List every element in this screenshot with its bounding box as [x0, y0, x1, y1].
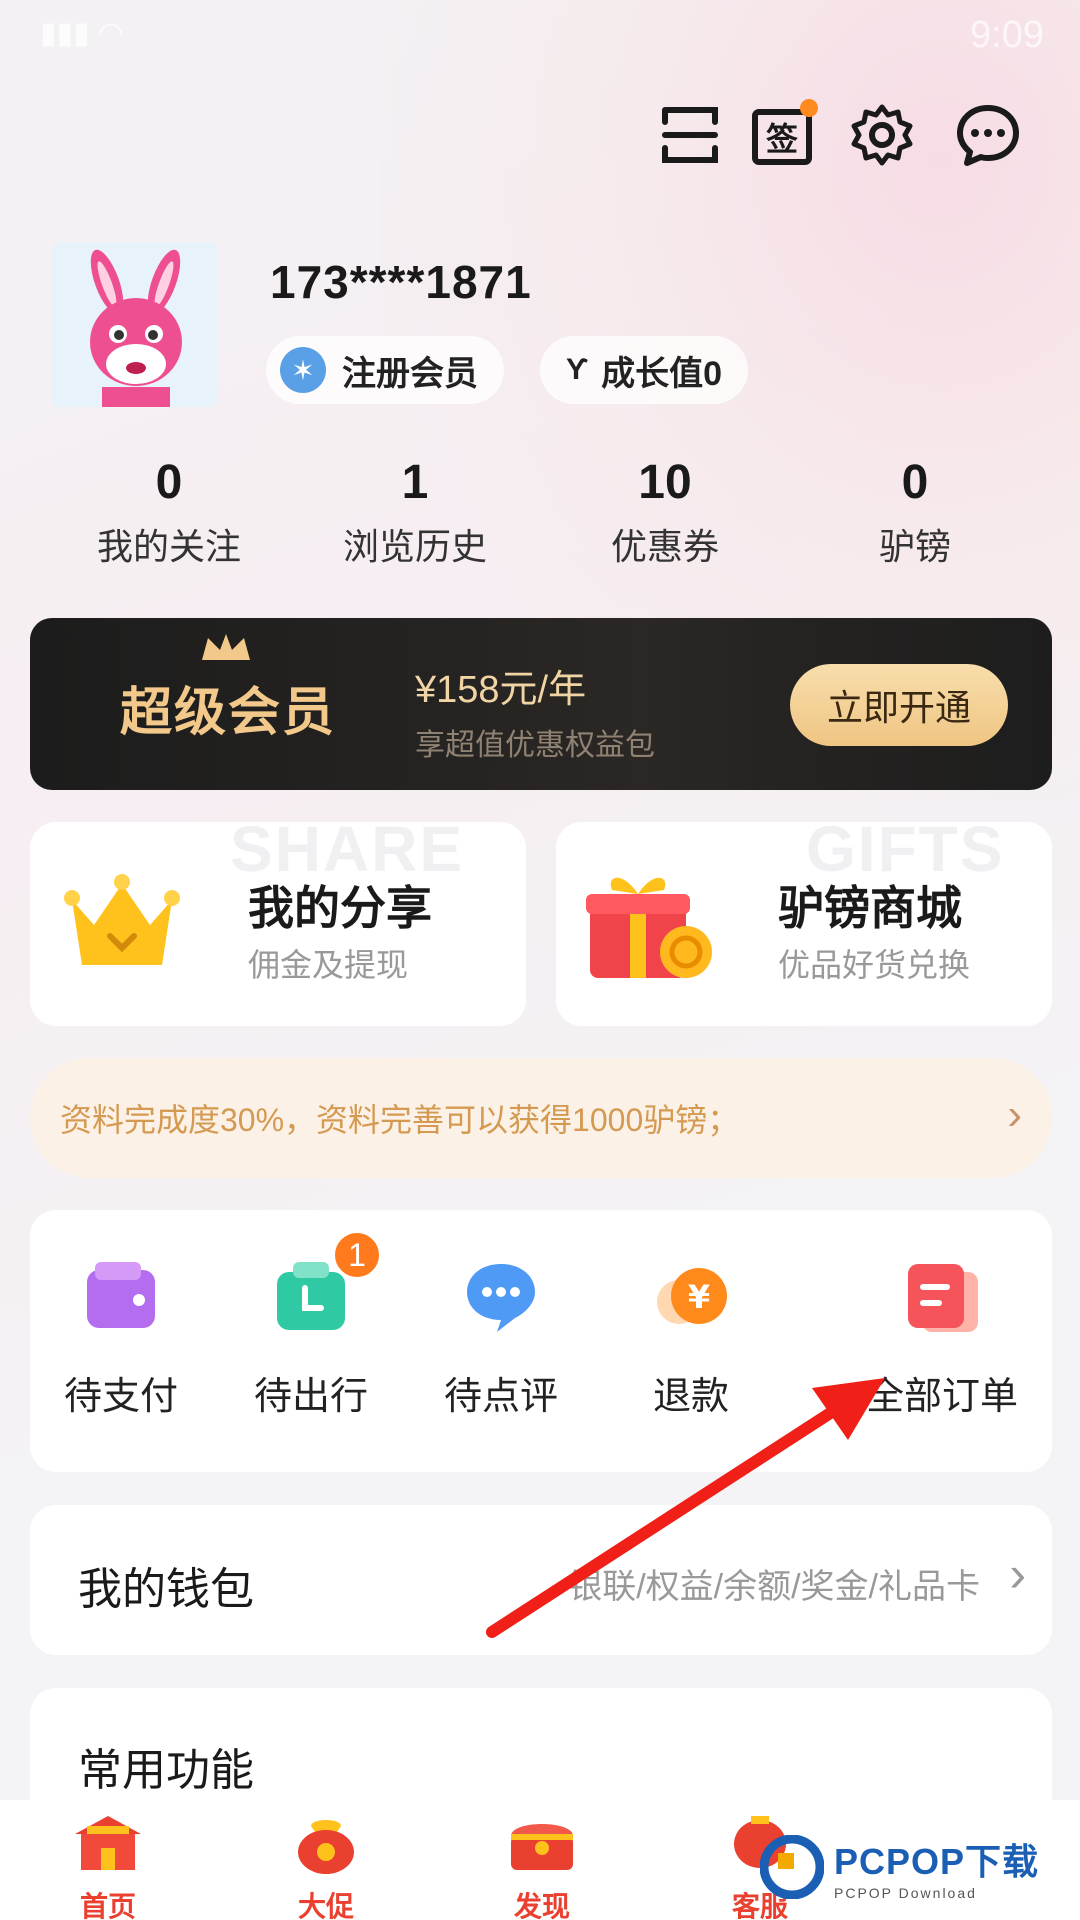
- order-pending-payment[interactable]: 待支付: [36, 1258, 206, 1420]
- signal-wifi-icon: ▮▮▮ ◠: [40, 17, 125, 50]
- message-icon[interactable]: [948, 95, 1028, 175]
- wallet-icon: [87, 1262, 155, 1328]
- open-vip-button[interactable]: 立即开通: [790, 664, 1008, 746]
- vip-title: 超级会员: [120, 684, 337, 742]
- order-all[interactable]: 全部订单: [842, 1258, 1042, 1420]
- wallet-title: 我的钱包: [78, 1565, 254, 1614]
- refund-icon: ¥: [657, 1268, 727, 1324]
- treasure-chest-icon: [511, 1824, 573, 1870]
- status-bar: ▮▮▮ ◠ 9:09: [0, 0, 1080, 80]
- order-label: 全部订单: [865, 1376, 1018, 1418]
- palace-icon: [75, 1816, 141, 1870]
- status-time: 9:09: [970, 14, 1044, 56]
- watermark-text: PCPOP下载: [834, 1841, 1040, 1882]
- sprout-icon: Ƴ: [566, 353, 590, 386]
- chevron-right-icon: ›: [1007, 1090, 1022, 1139]
- stat-label: 我的关注: [96, 526, 241, 567]
- watermark-subtext: PCPOP Download: [834, 1885, 977, 1901]
- order-label: 退款: [652, 1376, 729, 1418]
- growth-label: 成长值0: [601, 354, 723, 393]
- stat-value: 0: [155, 456, 183, 509]
- completion-text: 资料完成度30%，资料完善可以获得1000驴镑；: [60, 1102, 740, 1138]
- chevron-right-icon: ›: [1009, 1546, 1026, 1602]
- avatar[interactable]: [52, 242, 217, 407]
- order-label: 待支付: [63, 1376, 178, 1418]
- section-title: 常用功能: [78, 1746, 254, 1795]
- card-title: 驴镑商城: [778, 882, 962, 934]
- order-pending-trip[interactable]: 待出行 1: [226, 1230, 396, 1420]
- stat-coupons[interactable]: 10 优惠券: [540, 455, 790, 570]
- gift-box-icon: [586, 877, 712, 978]
- orders-panel: 待支付 待出行 1 待点评 ¥ 退款 全部订单: [30, 1210, 1052, 1472]
- super-vip-banner[interactable]: 超级会员 ¥158元/年 享超值优惠权益包 立即开通: [30, 618, 1052, 790]
- notification-dot: [800, 99, 818, 117]
- order-pending-review[interactable]: 待点评: [416, 1258, 586, 1420]
- stat-value: 10: [638, 456, 692, 509]
- wallet-subtitle: 银联/权益/余额/奖金/礼品卡: [568, 1568, 980, 1606]
- member-star-icon: ✶: [280, 347, 326, 393]
- member-label: 注册会员: [342, 354, 478, 393]
- stat-label: 驴镑: [878, 526, 951, 567]
- scan-icon[interactable]: [650, 95, 730, 175]
- crown-icon: [202, 634, 250, 660]
- svg-text:¥: ¥: [688, 1278, 710, 1316]
- check-in-calendar-icon[interactable]: 签: [742, 95, 822, 175]
- points-mall-card[interactable]: GIFTS 驴镑商城 优品好货兑换: [556, 822, 1052, 1026]
- pcpop-watermark-logo: PCPOP下载 PCPOP Download: [760, 1832, 1039, 1902]
- member-level-badge[interactable]: ✶ 注册会员: [266, 336, 504, 404]
- card-subtitle: 优品好货兑换: [778, 947, 971, 983]
- tab-discover[interactable]: 发现: [482, 1812, 602, 1920]
- order-count-badge: 1: [332, 1230, 382, 1280]
- card-subtitle: 佣金及提现: [248, 947, 409, 983]
- tab-promotion[interactable]: 大促: [266, 1812, 386, 1920]
- vip-price: ¥158元/年: [415, 669, 587, 711]
- lucky-bag-icon: [298, 1820, 354, 1874]
- tab-label: 发现: [513, 1891, 570, 1920]
- order-list-icon: [908, 1264, 978, 1332]
- order-label: 待点评: [443, 1376, 558, 1418]
- profile-completion-bar[interactable]: 资料完成度30%，资料完善可以获得1000驴镑； ›: [30, 1058, 1052, 1178]
- tab-home[interactable]: 首页: [48, 1812, 168, 1920]
- order-refund[interactable]: ¥ 退款: [606, 1258, 776, 1420]
- vip-subtitle: 享超值优惠权益包: [415, 729, 655, 762]
- chat-bubble-icon: [467, 1264, 535, 1332]
- tab-label: 首页: [79, 1891, 136, 1920]
- username: 173****1871: [270, 256, 532, 308]
- my-wallet-row[interactable]: 我的钱包 银联/权益/余额/奖金/礼品卡 ›: [30, 1505, 1052, 1655]
- pcpop-logo-icon: [760, 1835, 824, 1899]
- settings-gear-icon[interactable]: [842, 95, 922, 175]
- growth-value-badge[interactable]: Ƴ 成长值0: [540, 336, 749, 404]
- tab-label: 大促: [297, 1891, 354, 1920]
- stat-label: 浏览历史: [342, 526, 487, 567]
- stat-value: 1: [401, 456, 429, 509]
- stat-label: 优惠券: [610, 526, 719, 567]
- stat-points[interactable]: 0 驴镑: [790, 455, 1040, 570]
- svg-text:签: 签: [766, 120, 798, 158]
- stat-following[interactable]: 0 我的关注: [44, 455, 294, 570]
- crown-icon: [64, 874, 180, 965]
- card-title: 我的分享: [248, 882, 432, 934]
- stat-value: 0: [901, 456, 929, 509]
- my-share-card[interactable]: SHARE 我的分享 佣金及提现: [30, 822, 526, 1026]
- order-label: 待出行: [253, 1376, 368, 1418]
- stat-history[interactable]: 1 浏览历史: [290, 455, 540, 570]
